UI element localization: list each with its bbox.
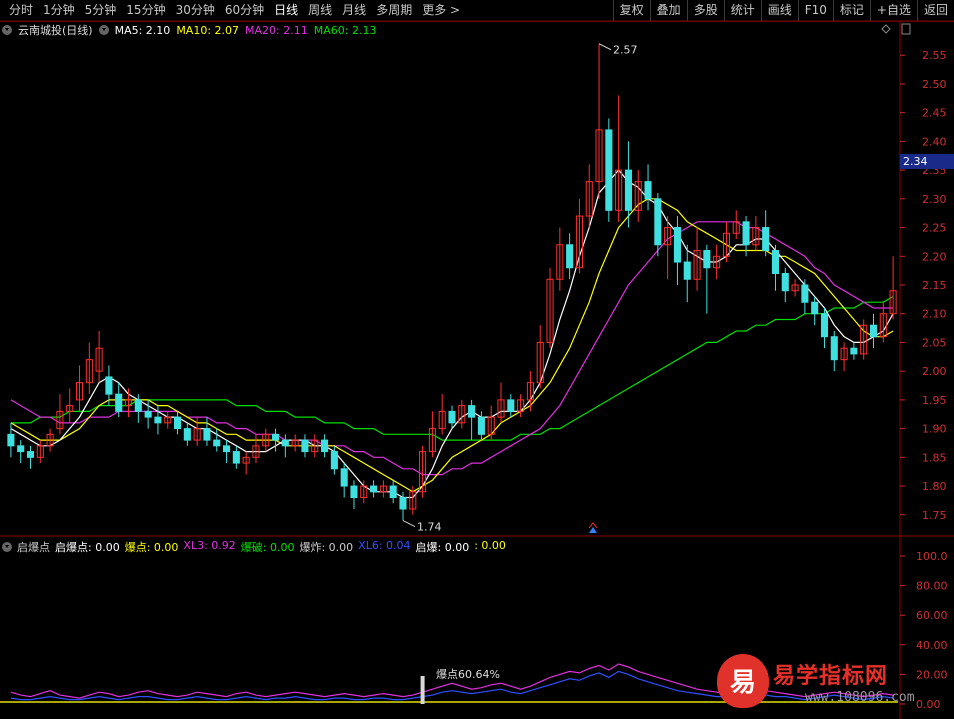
candle-body	[801, 284, 809, 303]
y-tick-label: 2.05	[922, 336, 947, 349]
y-tick-label: 2.00	[922, 365, 947, 378]
y-tick-label: 2.45	[922, 107, 947, 120]
candle-body	[654, 198, 662, 246]
candle-body	[820, 313, 829, 338]
candle-body	[624, 169, 632, 211]
candle-body	[703, 250, 711, 269]
ind-y-tick-label: 60.00	[916, 609, 948, 622]
ind-y-tick-label: 40.00	[916, 639, 948, 652]
candle-body	[781, 273, 789, 292]
candle-body	[330, 451, 338, 470]
candle-body	[869, 324, 878, 338]
watermark-url: www.108096.com	[805, 690, 915, 705]
candle-body	[771, 250, 780, 275]
candle-body	[173, 416, 182, 430]
candle-body	[321, 439, 329, 453]
y-tick-label: 1.95	[922, 394, 947, 407]
candle-body	[301, 439, 309, 453]
candle-body	[673, 227, 681, 263]
diamond-icon	[881, 24, 891, 34]
current-price-tag: 2.34	[900, 154, 954, 169]
ind-y-tick-label: 100.0	[916, 550, 948, 563]
candle-body	[213, 439, 221, 447]
candle-body	[448, 410, 456, 424]
candle-body	[468, 405, 476, 418]
y-tick-label: 2.10	[922, 308, 947, 321]
candle-body	[17, 445, 25, 453]
ma10-line	[10, 198, 894, 493]
watermark-logo: 易	[717, 654, 769, 708]
y-tick-label: 2.30	[922, 193, 947, 206]
candle-body	[507, 399, 515, 412]
candle-body	[134, 399, 142, 412]
candle-body	[370, 485, 378, 493]
candle-body	[566, 244, 574, 269]
high-pointer	[598, 43, 612, 51]
candle-body	[105, 376, 113, 395]
y-tick-label: 2.50	[922, 78, 947, 91]
y-tick-label: 1.75	[922, 509, 947, 522]
candle-body	[350, 485, 358, 499]
candle-body	[232, 451, 240, 464]
candle-body	[742, 221, 750, 246]
candle-body	[223, 445, 231, 453]
y-tick-label: 2.20	[922, 250, 947, 263]
y-tick-label: 2.25	[922, 222, 947, 235]
high-label: 2.57	[613, 44, 638, 57]
y-tick-label: 2.55	[922, 49, 947, 62]
candle-body	[683, 261, 691, 280]
candle-body	[26, 451, 35, 458]
y-tick-label: 1.90	[922, 423, 947, 436]
ma5-line	[10, 169, 894, 499]
window-icon	[901, 23, 911, 35]
candle-body	[281, 439, 289, 447]
y-tick-label: 1.85	[922, 451, 947, 464]
candle-body	[389, 485, 397, 499]
watermark-text: 易学指标网	[773, 664, 889, 689]
y-tick-label: 1.80	[922, 480, 947, 493]
explosion-label: 爆点60.64%	[436, 668, 500, 681]
candle-body	[644, 181, 652, 200]
ma20-line	[10, 221, 894, 476]
candle-body	[340, 468, 348, 487]
low-pointer	[402, 520, 416, 527]
candle-body	[605, 129, 613, 211]
candle-body	[144, 410, 152, 418]
low-label: 1.74	[417, 521, 442, 534]
y-tick-label: 2.40	[922, 135, 947, 148]
signal-marker	[589, 527, 597, 533]
candle-body	[203, 428, 211, 441]
candle-body	[7, 433, 15, 447]
candle-body	[477, 416, 485, 435]
kline-chart[interactable]: 2.552.502.452.402.352.302.252.202.152.10…	[0, 0, 954, 719]
candle-body	[183, 428, 191, 441]
candle-body	[399, 497, 407, 510]
y-tick-label: 2.15	[922, 279, 947, 292]
candle-body	[272, 433, 280, 441]
candle-body	[811, 301, 819, 315]
ind-y-tick-label: 80.00	[916, 580, 948, 593]
candle-body	[154, 416, 162, 424]
explosion-bar	[420, 676, 425, 704]
candle-body	[850, 347, 858, 355]
candle-body	[115, 393, 123, 412]
watermark: 易 易学指标网 www.108096.com	[715, 652, 954, 712]
candle-body	[830, 336, 838, 361]
candle-body	[762, 227, 770, 252]
